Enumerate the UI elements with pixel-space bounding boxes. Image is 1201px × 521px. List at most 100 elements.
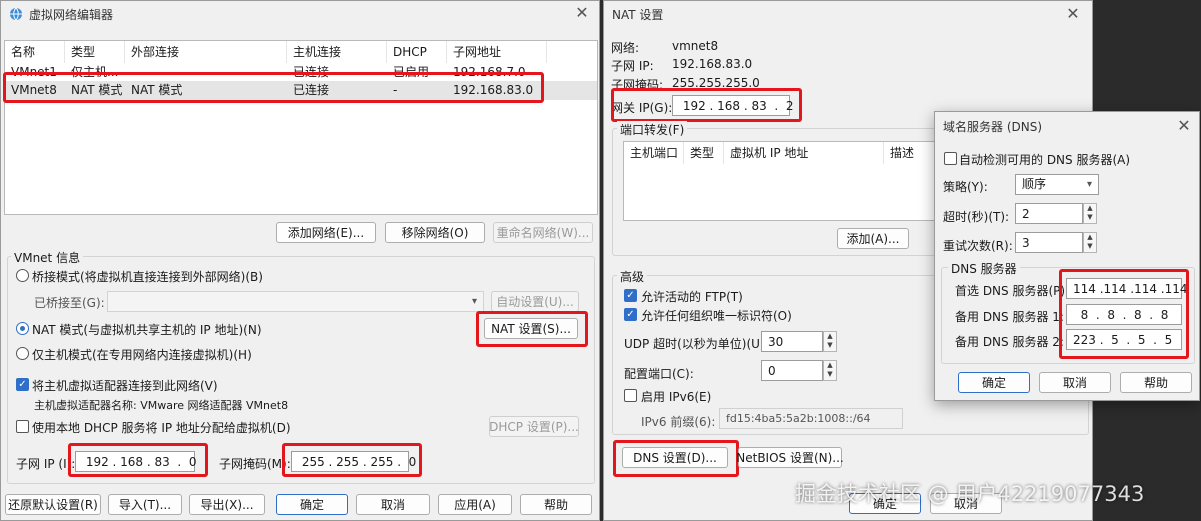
import-button[interactable]: 导入(T)...	[108, 494, 182, 515]
use-dhcp-label[interactable]: 使用本地 DHCP 服务将 IP 地址分配给虚拟机(D)	[32, 419, 291, 436]
timeout-field[interactable]: 2	[1015, 203, 1083, 224]
bridge-mode-label[interactable]: 桥接模式(将虚拟机直接连接到外部网络)(B)	[32, 268, 263, 285]
host-only-label[interactable]: 仅主机模式(在专用网络内连接虚拟机)(H)	[32, 346, 252, 363]
cell-dhcp: -	[393, 83, 398, 97]
rename-network-button[interactable]: 重命名网络(W)...	[493, 222, 593, 243]
col-ext[interactable]: 外部连接	[125, 41, 287, 63]
bridged-to-label: 已桥接至(G):	[34, 296, 105, 310]
preferred-dns-field[interactable]: 114 .114 .114 .114	[1066, 278, 1188, 299]
allow-oui-checkbox[interactable]: ✓	[624, 308, 637, 321]
nat-close-icon[interactable]: ✕	[1064, 5, 1082, 23]
cell-subnet: 192.168.83.0	[453, 83, 534, 97]
allow-ftp-checkbox[interactable]: ✓	[624, 289, 637, 302]
dns-cancel-button[interactable]: 取消	[1039, 372, 1111, 393]
col-subnet[interactable]: 子网地址	[447, 41, 547, 63]
chevron-down-icon: ▾	[1086, 179, 1092, 190]
cell-name: VMnet8	[11, 83, 57, 97]
network-label: 网络:	[611, 41, 640, 55]
advanced-title: 高级	[617, 268, 648, 285]
dhcp-settings-button[interactable]: DHCP 设置(P)...	[489, 416, 579, 437]
cell-host: 已连接	[293, 83, 330, 97]
pf-col-type[interactable]: 类型	[684, 142, 724, 164]
cell-host: 已连接	[293, 65, 330, 79]
restore-defaults-button[interactable]: 还原默认设置(R)	[5, 494, 101, 515]
spin-down-icon[interactable]: ▼	[824, 370, 836, 379]
spin-up-icon[interactable]: ▲	[824, 332, 836, 341]
dns-help-button[interactable]: 帮助	[1120, 372, 1192, 393]
dns-close-icon[interactable]: ✕	[1175, 117, 1193, 135]
col-dhcp[interactable]: DHCP	[387, 41, 447, 63]
spin-down-icon[interactable]: ▼	[824, 341, 836, 350]
retries-spinner[interactable]: ▲ ▼	[1083, 232, 1097, 253]
enable-ipv6-label[interactable]: 启用 IPv6(E)	[641, 388, 711, 405]
ipv6-prefix-field[interactable]: fd15:4ba5:5a2b:1008::/64	[719, 408, 903, 429]
pf-col-host-port[interactable]: 主机端口	[624, 142, 684, 164]
col-type[interactable]: 类型	[65, 41, 125, 63]
nat-settings-button[interactable]: NAT 设置(S)...	[484, 318, 578, 339]
dns-ok-button[interactable]: 确定	[958, 372, 1030, 393]
spin-up-icon[interactable]: ▲	[1084, 233, 1096, 242]
subnet-mask-field[interactable]: 255 . 255 . 255 . 0	[291, 451, 416, 472]
bridged-to-select[interactable]: ▾	[107, 291, 484, 312]
udp-timeout-field[interactable]: 30	[761, 331, 823, 352]
subnet-ip-label: 子网 IP (I):	[16, 457, 76, 471]
use-dhcp-checkbox[interactable]	[16, 420, 29, 433]
auto-detect-checkbox[interactable]	[944, 152, 957, 165]
policy-select[interactable]: 顺序 ▾	[1015, 174, 1099, 195]
alt1-dns-label: 备用 DNS 服务器 1:	[955, 310, 1064, 324]
subnet-ip-field[interactable]: 192 . 168 . 83 . 0	[75, 451, 197, 472]
app-globe-icon	[10, 7, 22, 21]
vne-ok-button[interactable]: 确定	[276, 494, 348, 515]
nat-mode-radio[interactable]	[16, 322, 29, 335]
watermark-text: 掘金技术社区 @ 用户4221907734​3	[795, 482, 1145, 506]
spin-down-icon[interactable]: ▼	[1084, 213, 1096, 222]
udp-timeout-label: UDP 超时(以秒为单位)(U):	[624, 337, 769, 351]
bridge-mode-radio[interactable]	[16, 269, 29, 282]
retries-field[interactable]: 3	[1015, 232, 1083, 253]
allow-oui-label[interactable]: 允许任何组织唯一标识符(O)	[641, 307, 792, 324]
nat-mode-label[interactable]: NAT 模式(与虚拟机共享主机的 IP 地址)(N)	[32, 321, 262, 338]
vne-titlebar: 虚拟网络编辑器	[1, 1, 599, 27]
port-forward-table: 主机端口 类型 虚拟机 IP 地址 描述	[623, 141, 963, 221]
add-network-button[interactable]: 添加网络(E)...	[276, 222, 376, 243]
allow-ftp-label[interactable]: 允许活动的 FTP(T)	[641, 288, 743, 305]
vne-help-button[interactable]: 帮助	[520, 494, 592, 515]
vne-cancel-button[interactable]: 取消	[356, 494, 430, 515]
spin-up-icon[interactable]: ▲	[824, 361, 836, 370]
vmnet-info-title: VMnet 信息	[11, 249, 84, 266]
auto-detect-label[interactable]: 自动检测可用的 DNS 服务器(A)	[959, 151, 1130, 168]
pf-add-button[interactable]: 添加(A)...	[837, 228, 909, 249]
udp-timeout-spinner[interactable]: ▲ ▼	[823, 331, 837, 352]
dns-window: 域名服务器 (DNS) ✕ 自动检测可用的 DNS 服务器(A) 策略(Y): …	[934, 111, 1200, 401]
col-host[interactable]: 主机连接	[287, 41, 387, 63]
connect-adapter-checkbox[interactable]: ✓	[16, 378, 29, 391]
col-name[interactable]: 名称	[5, 41, 65, 63]
policy-value: 顺序	[1022, 177, 1047, 191]
remove-network-button[interactable]: 移除网络(O)	[385, 222, 485, 243]
spin-up-icon[interactable]: ▲	[1084, 204, 1096, 213]
table-row-selected[interactable]: VMnet8 NAT 模式 NAT 模式 已连接 - 192.168.83.0	[5, 81, 597, 100]
config-port-spinner[interactable]: ▲ ▼	[823, 360, 837, 381]
netbios-settings-button[interactable]: NetBIOS 设置(N)...	[736, 447, 844, 468]
gateway-label: 网关 IP(G):	[611, 101, 673, 115]
vne-apply-button[interactable]: 应用(A)	[438, 494, 512, 515]
gateway-field[interactable]: 192 . 168 . 83 . 2	[672, 95, 794, 116]
timeout-spinner[interactable]: ▲ ▼	[1083, 203, 1097, 224]
spin-down-icon[interactable]: ▼	[1084, 242, 1096, 251]
connect-adapter-label[interactable]: 将主机虚拟适配器连接到此网络(V)	[32, 377, 218, 394]
retries-label: 重试次数(R):	[943, 239, 1013, 253]
config-port-field[interactable]: 0	[761, 360, 823, 381]
export-button[interactable]: 导出(X)...	[189, 494, 265, 515]
vne-close-icon[interactable]: ✕	[573, 4, 591, 22]
alt1-dns-field[interactable]: 8 . 8 . 8 . 8	[1066, 304, 1182, 325]
enable-ipv6-checkbox[interactable]	[624, 389, 637, 402]
host-only-radio[interactable]	[16, 347, 29, 360]
dns-title: 域名服务器 (DNS)	[943, 119, 1043, 134]
alt2-dns-field[interactable]: 223 . 5 . 5 . 5	[1066, 329, 1182, 350]
dns-settings-button[interactable]: DNS 设置(D)...	[622, 447, 728, 468]
table-row[interactable]: VMnet1 仅主机... - 已连接 已启用 192.168.7.0	[5, 63, 597, 82]
dns-titlebar: 域名服务器 (DNS)	[935, 112, 1199, 140]
pf-col-vm-ip[interactable]: 虚拟机 IP 地址	[724, 142, 884, 164]
auto-settings-button[interactable]: 自动设置(U)...	[491, 291, 579, 312]
vne-title: 虚拟网络编辑器	[29, 7, 114, 22]
